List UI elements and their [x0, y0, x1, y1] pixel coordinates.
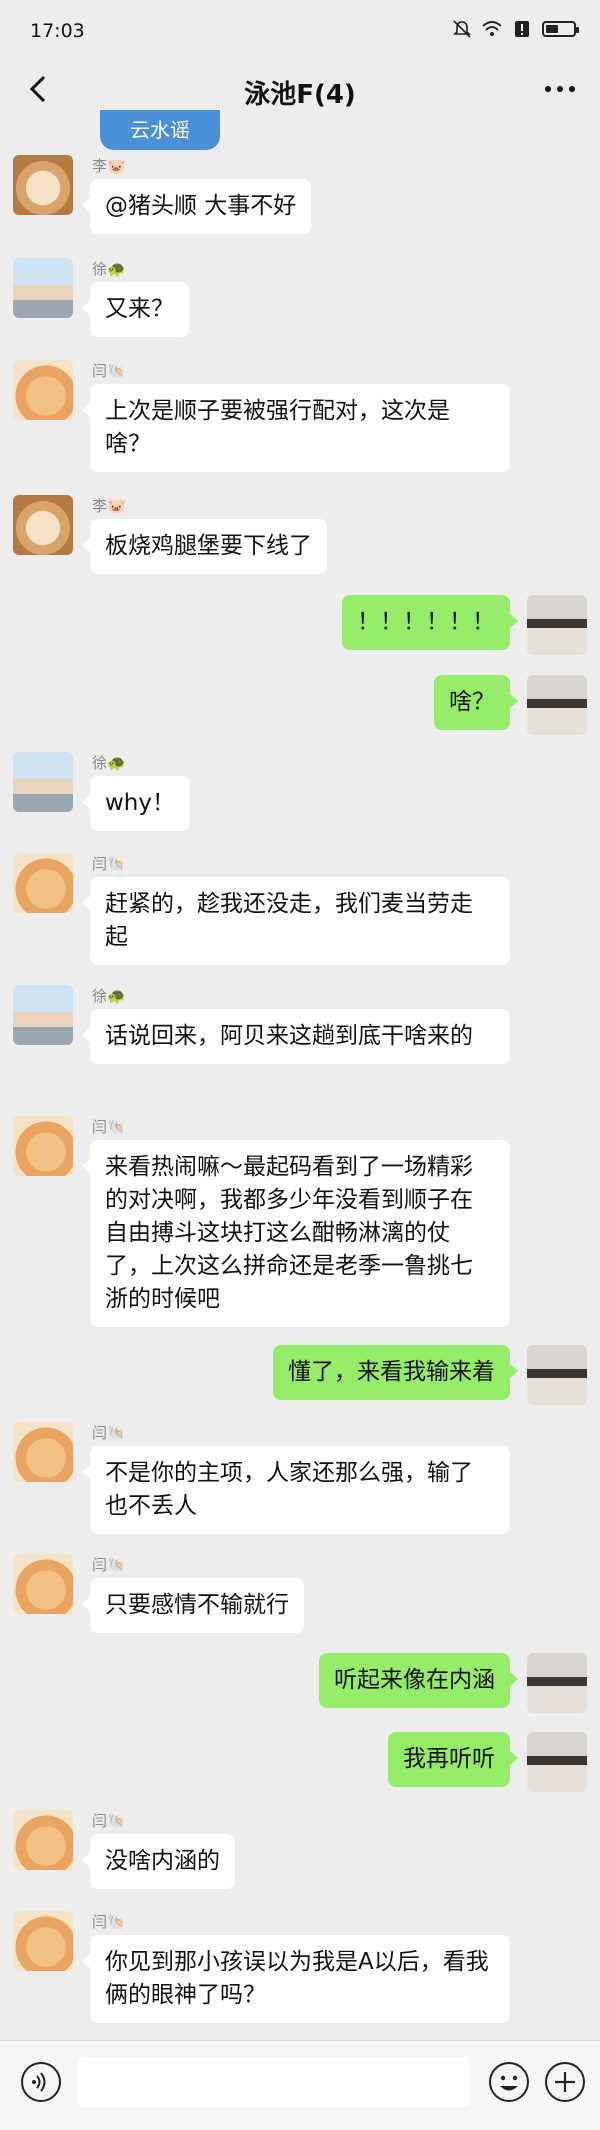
message-bubble[interactable]: 只要感情不输就行: [82, 1578, 304, 1633]
message-bubble[interactable]: 你见到那小孩误以为我是A以后，看我俩的眼神了吗？: [82, 1935, 510, 2023]
message-bubble[interactable]: 又来？: [82, 282, 189, 337]
avatar[interactable]: [527, 1345, 587, 1405]
sender-name: 闫🐚: [92, 1424, 126, 1442]
avatar[interactable]: [13, 495, 73, 555]
floating-banner[interactable]: 云水谣: [100, 110, 220, 150]
sender-name: 闫🐚: [92, 855, 126, 873]
battery-icon: [542, 21, 579, 37]
avatar[interactable]: [13, 752, 73, 812]
avatar[interactable]: [527, 1653, 587, 1713]
avatar[interactable]: [13, 1554, 73, 1614]
sender-name: 徐🐢: [92, 260, 126, 278]
voice-icon[interactable]: [20, 2061, 62, 2103]
more-icon[interactable]: [542, 74, 578, 104]
message-bubble[interactable]: 话说回来，阿贝来这趟到底干啥来的: [82, 1009, 510, 1064]
avatar[interactable]: [13, 853, 73, 913]
emoji-icon[interactable]: [488, 2061, 530, 2103]
message-input[interactable]: [78, 2057, 470, 2107]
status-time: 17:03: [30, 20, 85, 42]
avatar[interactable]: [13, 1116, 73, 1176]
message-bubble[interactable]: 来看热闹嘛～最起码看到了一场精彩的对决啊，我都多少年没看到顺子在自由搏斗这块打这…: [82, 1140, 510, 1327]
avatar[interactable]: [13, 1810, 73, 1870]
sender-name: 闫🐚: [92, 1913, 126, 1931]
avatar[interactable]: [13, 360, 73, 420]
sender-name: 闫🐚: [92, 1118, 126, 1136]
sender-name: 闫🐚: [92, 1812, 126, 1830]
message-bubble[interactable]: 板烧鸡腿堡要下线了: [82, 519, 327, 574]
avatar[interactable]: [527, 595, 587, 655]
nav-bar: 云水谣 泳池F(4): [0, 62, 600, 150]
message-bubble[interactable]: why！: [82, 776, 190, 831]
wifi-icon: [482, 21, 502, 36]
status-bar: 17:03: [0, 0, 600, 62]
avatar[interactable]: [527, 1732, 587, 1792]
message-bubble[interactable]: 我再听听: [388, 1732, 518, 1787]
avatar[interactable]: [13, 985, 73, 1045]
chat-title: 泳池F(4): [244, 80, 356, 110]
alert-icon: [515, 21, 529, 37]
sender-name: 李🐷: [92, 157, 126, 175]
sender-name: 徐🐢: [92, 754, 126, 772]
plus-icon[interactable]: [544, 2061, 586, 2103]
avatar[interactable]: [13, 1422, 73, 1482]
sender-name: 闫🐚: [92, 1556, 126, 1574]
message-bubble[interactable]: 上次是顺子要被强行配对，这次是啥？: [82, 384, 510, 472]
avatar[interactable]: [13, 155, 73, 215]
message-bubble[interactable]: 不是你的主项，人家还那么强，输了也不丢人: [82, 1446, 510, 1534]
sender-name: 闫🐚: [92, 362, 126, 380]
message-bubble[interactable]: 啥？: [434, 675, 518, 730]
message-bubble[interactable]: 没啥内涵的: [82, 1834, 235, 1889]
status-icons: [452, 20, 579, 38]
avatar[interactable]: [13, 258, 73, 318]
message-bubble[interactable]: @猪头顺 大事不好: [81, 179, 312, 234]
mute-bell-icon: [453, 20, 471, 38]
avatar[interactable]: [527, 675, 587, 735]
message-bubble[interactable]: 赶紧的，趁我还没走，我们麦当劳走起: [82, 877, 510, 965]
message-bubble[interactable]: 懂了，来看我输来着: [273, 1345, 518, 1400]
sender-name: 徐🐢: [92, 987, 126, 1005]
input-bar: [0, 2040, 600, 2130]
sender-name: 李🐷: [92, 497, 126, 515]
message-bubble[interactable]: ！！！！！！: [342, 595, 518, 650]
message-bubble[interactable]: 听起来像在内涵: [319, 1653, 518, 1708]
avatar[interactable]: [13, 1911, 73, 1971]
